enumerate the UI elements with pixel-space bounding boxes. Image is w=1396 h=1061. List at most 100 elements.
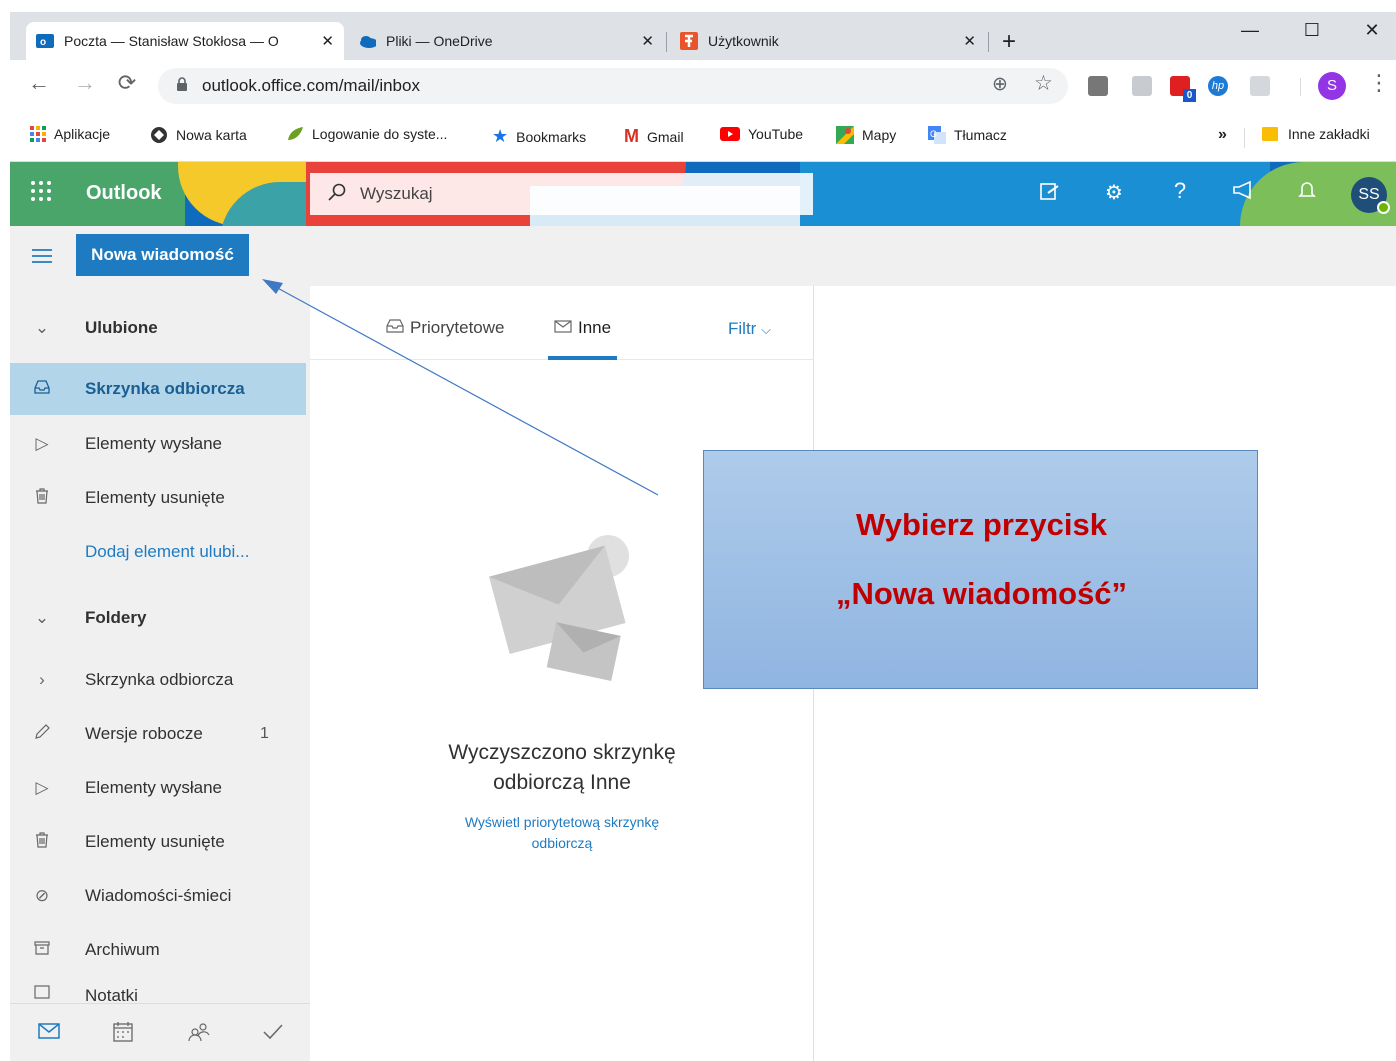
other-inbox-icon — [554, 319, 572, 337]
browser-chrome: o Poczta — Stanisław Stokłosa — O ✕ Plik… — [10, 12, 1396, 162]
nav-item-label: Elementy usunięte — [85, 832, 225, 851]
sent-icon: ▷ — [35, 778, 49, 797]
show-focused-link[interactable]: Wyświetl priorytetową skrzynkę odbiorczą — [310, 812, 814, 854]
filter-button[interactable]: Filtr ⌵ — [728, 319, 771, 339]
tab-other[interactable]: Inne — [554, 318, 611, 338]
folder-notes[interactable]: Notatki — [10, 976, 306, 1004]
favorites-header[interactable]: ⌄ Ulubione — [10, 302, 306, 354]
chevron-down-icon: ⌵ — [761, 322, 771, 337]
svg-text:G: G — [930, 129, 937, 139]
bookmark-label: Aplikacje — [54, 126, 111, 142]
bookmark-nowa-karta[interactable]: Nowa karta — [150, 126, 247, 144]
browser-toolbar: ← → ⟳ outlook.office.com/mail/inbox ⊕ ☆ … — [10, 60, 1396, 112]
favorite-deleted[interactable]: Elementy usunięte — [10, 472, 306, 524]
more-bookmarks-button[interactable]: » — [1218, 126, 1227, 144]
megaphone-icon[interactable] — [1228, 180, 1258, 206]
inbox-icon — [32, 379, 52, 399]
folders-header[interactable]: ⌄ Foldery — [10, 592, 306, 644]
star-icon: ★ — [492, 126, 509, 146]
folder-drafts[interactable]: Wersje robocze 1 — [10, 708, 306, 760]
folder-junk[interactable]: ⊘ Wiadomości-śmieci — [10, 870, 306, 922]
bookmark-youtube[interactable]: YouTube — [720, 126, 803, 142]
window-close-button[interactable]: ✕ — [1352, 20, 1392, 41]
search-input[interactable]: Wyszukaj — [310, 173, 813, 215]
hp-icon[interactable]: hp — [1208, 76, 1228, 96]
profile-avatar[interactable]: S — [1318, 72, 1346, 100]
bookmark-label: Gmail — [647, 128, 684, 145]
search-icon — [328, 183, 346, 206]
menu-kebab-icon[interactable]: ⋮ — [1368, 70, 1390, 96]
gmail-icon: M — [624, 126, 639, 146]
cast-icon[interactable] — [1250, 76, 1270, 96]
add-favorite-link[interactable]: Dodaj element ulubi... — [10, 526, 306, 578]
tab-uzytkownik[interactable]: Użytkownik ✕ — [670, 22, 986, 60]
my-day-icon[interactable] — [1034, 180, 1064, 208]
address-text: outlook.office.com/mail/inbox — [202, 76, 420, 95]
bookmark-gmail[interactable]: M Gmail — [624, 126, 684, 147]
nav-item-label: Elementy wysłane — [85, 434, 223, 453]
reload-icon[interactable]: ⟳ — [112, 70, 142, 96]
bookmark-tlumacz[interactable]: G Tłumacz — [928, 126, 1007, 144]
app-launcher-icon[interactable] — [30, 180, 52, 207]
bookmark-star-icon[interactable]: ☆ — [1034, 71, 1053, 96]
favorite-sent[interactable]: ▷ Elementy wysłane — [10, 418, 306, 470]
close-icon[interactable]: ✕ — [963, 32, 976, 50]
inbox-pivot: Priorytetowe Inne Filtr ⌵ — [310, 286, 814, 360]
bookmark-label: Nowa karta — [176, 127, 247, 143]
folder-deleted[interactable]: Elementy usunięte — [10, 816, 306, 868]
youtube-icon — [720, 127, 740, 141]
note-icon — [32, 984, 52, 1004]
nav-item-label: Archiwum — [85, 940, 160, 959]
search-placeholder: Wyszukaj — [360, 184, 433, 203]
install-icon[interactable]: ⊕ — [992, 73, 1008, 96]
extension-badge: 0 — [1183, 89, 1196, 102]
bookmarks-separator — [1244, 128, 1245, 148]
bookmark-logowanie[interactable]: Logowanie do syste... — [286, 126, 447, 142]
bell-icon[interactable] — [1292, 180, 1322, 206]
tab-outlook[interactable]: o Poczta — Stanisław Stokłosa — O ✕ — [26, 22, 344, 60]
empty-state-title-line: Wyczyszczono skrzynkę — [448, 741, 676, 764]
new-message-button[interactable]: Nowa wiadomość — [76, 234, 249, 276]
extension-portrait-icon[interactable] — [1088, 76, 1108, 96]
mail-icon[interactable] — [34, 1022, 64, 1045]
tab-onedrive[interactable]: Pliki — OneDrive ✕ — [348, 22, 664, 60]
extension-red-icon[interactable]: 0 — [1170, 76, 1196, 102]
command-bar: Nowa wiadomość — [10, 226, 1396, 286]
bookmark-label: Bookmarks — [516, 128, 587, 145]
nav-item-label: Elementy usunięte — [85, 488, 225, 507]
gear-icon[interactable]: ⚙ — [1099, 180, 1129, 205]
tab-separator — [666, 32, 667, 52]
folder-archive[interactable]: Archiwum — [10, 924, 306, 976]
onedrive-icon — [358, 33, 376, 49]
new-tab-button[interactable]: + — [1002, 28, 1016, 56]
back-icon[interactable]: ← — [24, 70, 54, 96]
minimize-button[interactable]: — — [1230, 20, 1270, 41]
calendar-icon[interactable] — [108, 1022, 138, 1048]
help-icon[interactable]: ? — [1165, 178, 1195, 204]
folder-sent[interactable]: ▷ Elementy wysłane — [10, 762, 306, 814]
favorite-inbox[interactable]: Skrzynka odbiorcza — [10, 363, 306, 415]
forward-icon[interactable]: → — [70, 70, 100, 96]
user-app-icon — [680, 32, 698, 50]
bookmark-bookmarks[interactable]: ★ Bookmarks — [492, 126, 586, 147]
outlook-brand[interactable]: Outlook — [86, 182, 162, 205]
tab-other-label: Inne — [578, 318, 612, 337]
close-icon[interactable]: ✕ — [641, 32, 654, 50]
people-icon[interactable] — [184, 1022, 214, 1048]
folder-inbox[interactable]: › Skrzynka odbiorcza — [10, 654, 306, 706]
address-bar[interactable]: outlook.office.com/mail/inbox — [158, 68, 1068, 104]
filter-label: Filtr — [728, 319, 757, 338]
hamburger-icon[interactable] — [32, 248, 52, 269]
trash-icon — [32, 487, 52, 509]
user-avatar[interactable]: SS — [1351, 177, 1390, 214]
extension-screen-icon[interactable] — [1132, 76, 1152, 96]
tab-focused[interactable]: Priorytetowe — [386, 318, 504, 338]
close-icon[interactable]: ✕ — [321, 32, 334, 50]
other-bookmarks[interactable]: Inne zakładki — [1262, 126, 1370, 142]
bookmark-label: Mapy — [862, 127, 897, 143]
todo-icon[interactable] — [258, 1022, 288, 1046]
bookmark-mapy[interactable]: Mapy — [836, 126, 896, 144]
bookmark-aplikacje[interactable]: Aplikacje — [30, 126, 110, 142]
unread-count: 1 — [260, 725, 269, 742]
maximize-button[interactable]: ☐ — [1292, 20, 1332, 41]
